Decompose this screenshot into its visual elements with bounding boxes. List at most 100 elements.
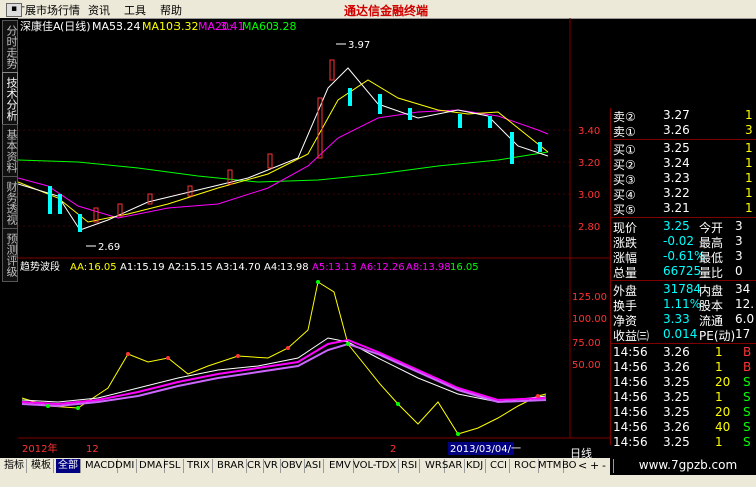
order-level-volume: 3 xyxy=(745,123,753,137)
stat-row: 现价 3.25 今开 3 xyxy=(611,219,756,235)
order-level-price: 3.27 xyxy=(663,108,690,122)
order-level-price: 3.26 xyxy=(663,123,690,137)
tab-financial[interactable]: 财务透视 xyxy=(2,176,18,230)
trade-tick-row: 14:56 3.25 1 S xyxy=(611,390,756,405)
indicator-tab-emv[interactable]: EMV xyxy=(327,459,354,473)
high-price-marker: 3.97 xyxy=(348,40,370,51)
zoom-out-button[interactable]: - xyxy=(602,459,606,472)
stat-value-2: 3 xyxy=(735,249,743,263)
indicator-tick-125: 125.00 xyxy=(572,292,607,303)
stat-value-2: 3 xyxy=(735,219,743,233)
low-price-marker: 2.69 xyxy=(98,242,120,253)
indicator-a1-value: 15.19 xyxy=(136,262,165,273)
indicator-tab-trix[interactable]: TRIX xyxy=(185,459,213,473)
indicator-tab-模板[interactable]: 模板 xyxy=(29,459,54,473)
order-book-row: 买③ 3.23 1 xyxy=(611,171,756,187)
tick-side: S xyxy=(743,390,751,404)
indicator-tab-asi[interactable]: ASI xyxy=(303,459,325,473)
ma60-value: 3.28 xyxy=(272,20,297,33)
tab-basic-info[interactable]: 基本资料 xyxy=(2,124,18,178)
ma5-value: 3.24 xyxy=(116,20,141,33)
stat-row: 总量 66725 量比 0 xyxy=(611,264,756,280)
status-bar xyxy=(0,475,756,487)
scroll-left-button[interactable]: < xyxy=(578,459,587,472)
period-day-label[interactable]: 日线 xyxy=(570,445,610,460)
indicator-tab-kdj[interactable]: KDJ xyxy=(464,459,487,473)
menu-item-news[interactable]: 资讯 xyxy=(88,2,110,18)
stat-value-2: 17 xyxy=(735,327,751,341)
order-level-price: 3.24 xyxy=(663,156,690,170)
stat-label: 总量 xyxy=(613,266,638,280)
tick-volume: 40 xyxy=(715,420,731,434)
stat-value: 66725 xyxy=(663,264,702,278)
period-label: (日线) xyxy=(60,19,91,33)
stat-value: -0.02 xyxy=(663,234,695,248)
trade-tick-row: 14:56 3.26 1 B xyxy=(611,345,756,360)
stat-row: 换手 1.11% 股本 12. xyxy=(611,297,756,313)
price-grid xyxy=(18,129,570,227)
stat-label-2: 量比 xyxy=(699,266,724,280)
order-level-volume: 1 xyxy=(745,141,753,155)
indicator-tab-brar[interactable]: BRAR xyxy=(215,459,248,473)
tick-side: B xyxy=(743,345,752,359)
tab-intraday[interactable]: 分时走势 xyxy=(2,20,18,74)
indicator-a2-value: 15.15 xyxy=(184,262,213,273)
tick-price: 3.26 xyxy=(663,345,690,359)
indicator-tab-指标[interactable]: 指标 xyxy=(2,459,27,473)
stat-value-2: 0 xyxy=(735,264,743,278)
date-month-2: 2 xyxy=(390,444,396,455)
menu-bar: 扩展市场行情 资讯 工具 帮助 通达信金融终端 ▪ xyxy=(0,0,756,19)
order-level-label: 买⑤ xyxy=(613,203,636,217)
tick-side: S xyxy=(743,435,751,449)
tick-volume: 1 xyxy=(715,360,723,374)
zoom-in-button[interactable]: + xyxy=(590,459,599,472)
chart-canvas[interactable]: 深康佳A (日线) MA5: 3.24 MA10: 3.32 MA20: 3.4… xyxy=(18,18,610,458)
trade-tick-row: 14:56 3.25 20 S xyxy=(611,405,756,420)
stat-value: 0.014 xyxy=(663,327,698,341)
menu-item-extended-market[interactable]: 扩展市场行情 xyxy=(14,2,80,18)
order-level-volume: 1 xyxy=(745,186,753,200)
tick-time: 14:56 xyxy=(613,435,648,449)
indicator-tab-cci[interactable]: CCI xyxy=(488,459,510,473)
order-book-row: 卖② 3.27 1 xyxy=(611,108,756,124)
price-tick-2.80: 2.80 xyxy=(578,222,600,233)
indicator-tab-obv[interactable]: OBV xyxy=(279,459,306,473)
indicator-name: 趋势波段 xyxy=(20,260,60,273)
tick-price: 3.25 xyxy=(663,375,690,389)
indicator-a8-value: 13.98 xyxy=(422,262,451,273)
stat-value: 1.11% xyxy=(663,297,702,311)
indicator-tab-fsl[interactable]: FSL xyxy=(161,459,184,473)
trade-tick-row: 14:56 3.26 40 S xyxy=(611,420,756,435)
order-level-volume: 1 xyxy=(745,201,753,215)
indicator-tab-vr[interactable]: VR xyxy=(262,459,281,473)
indicator-tab-dmi[interactable]: DMI xyxy=(113,459,138,473)
order-level-volume: 1 xyxy=(745,156,753,170)
indicator-a8-label: A8: xyxy=(406,262,423,273)
order-book-row: 买① 3.25 1 xyxy=(611,141,756,157)
stat-row: 外盘 31784 内盘 34 xyxy=(611,282,756,298)
indicator-tab-vol-tdx[interactable]: VOL-TDX xyxy=(351,459,400,473)
indicator-tab-rsi[interactable]: RSI xyxy=(399,459,421,473)
stock-name: 深康佳A xyxy=(20,19,61,33)
indicator-tab-sar[interactable]: SAR xyxy=(440,459,466,473)
order-level-price: 3.22 xyxy=(663,186,690,200)
tick-time: 14:56 xyxy=(613,360,648,374)
stat-value: 31784 xyxy=(663,282,702,296)
ma10-label: MA10: xyxy=(142,20,177,33)
indicator-tab-bar: 指标 模板 全部 MACD DMI DMA FSL TRIX BRAR CR VR OBV ASI EMV… xyxy=(0,458,614,475)
indicator-tab-roc[interactable]: ROC xyxy=(512,459,539,473)
order-book-row: 买② 3.24 1 xyxy=(611,156,756,172)
indicator-tab-全部[interactable]: 全部 xyxy=(56,459,81,473)
trade-tick-row: 14:56 3.25 20 S xyxy=(611,375,756,390)
indicator-tick-75: 75.00 xyxy=(572,338,601,349)
price-tick-3.40: 3.40 xyxy=(578,126,600,137)
order-level-price: 3.25 xyxy=(663,141,690,155)
tab-forecast-rating[interactable]: 预测评级 xyxy=(2,228,18,282)
menu-item-help[interactable]: 帮助 xyxy=(160,2,182,18)
restore-window-icon[interactable]: ▪ xyxy=(6,3,22,17)
order-book-row: 买④ 3.22 1 xyxy=(611,186,756,202)
tab-technical-analysis[interactable]: 技术分析 xyxy=(2,72,18,126)
ma20-value: 3.41 xyxy=(220,20,245,33)
price-tick-3.00: 3.00 xyxy=(578,190,600,201)
menu-item-tools[interactable]: 工具 xyxy=(124,2,146,18)
